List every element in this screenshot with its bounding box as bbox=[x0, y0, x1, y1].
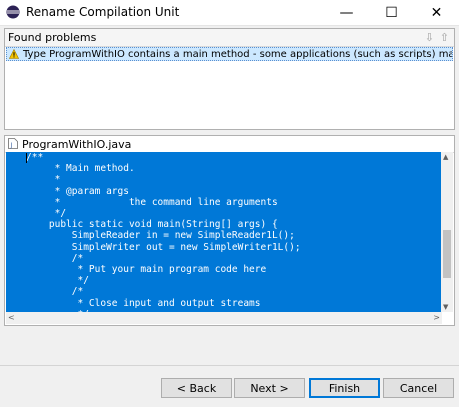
button-bar-separator bbox=[0, 365, 459, 366]
horizontal-scrollbar[interactable]: < > bbox=[6, 312, 442, 324]
scroll-right-icon[interactable]: > bbox=[433, 313, 440, 322]
cancel-button[interactable]: Cancel bbox=[383, 378, 454, 398]
code-view[interactable]: /** * Main method. * * @param args * the… bbox=[6, 152, 442, 312]
preview-editor: J ProgramWithIO.java /** * Main method. … bbox=[4, 135, 455, 326]
warning-icon bbox=[9, 49, 19, 59]
window-title: Rename Compilation Unit bbox=[26, 5, 180, 19]
maximize-button[interactable]: ☐ bbox=[369, 0, 414, 25]
back-button[interactable]: < Back bbox=[161, 378, 232, 398]
problems-title: Found problems bbox=[8, 31, 97, 44]
found-problems-panel: Found problems ⇩ ⇧ Type ProgramWithIO co… bbox=[4, 28, 455, 130]
text-caret bbox=[26, 153, 27, 163]
next-problem-icon[interactable]: ⇩ bbox=[425, 31, 434, 44]
eclipse-icon bbox=[6, 5, 20, 19]
code-text: /** * Main method. * * @param args * the… bbox=[26, 152, 301, 312]
editor-header: J ProgramWithIO.java bbox=[5, 136, 454, 153]
problem-message: Type ProgramWithIO contains a main metho… bbox=[23, 49, 452, 60]
next-button[interactable]: Next > bbox=[234, 378, 305, 398]
file-name: ProgramWithIO.java bbox=[22, 138, 132, 151]
scroll-left-icon[interactable]: < bbox=[8, 313, 15, 322]
previous-problem-icon[interactable]: ⇧ bbox=[440, 31, 449, 44]
finish-button[interactable]: Finish bbox=[309, 378, 380, 398]
scroll-up-icon[interactable]: ▲ bbox=[443, 153, 448, 161]
problem-list-item[interactable]: Type ProgramWithIO contains a main metho… bbox=[6, 47, 453, 61]
problems-header: Found problems ⇩ ⇧ bbox=[5, 29, 454, 47]
java-file-icon: J bbox=[8, 138, 18, 149]
svg-text:J: J bbox=[10, 142, 13, 149]
scroll-down-icon[interactable]: ▼ bbox=[443, 303, 448, 311]
minimize-button[interactable]: — bbox=[324, 0, 369, 25]
title-bar: Rename Compilation Unit — ☐ ✕ bbox=[0, 0, 459, 26]
vertical-scrollbar[interactable]: ▲ ▼ bbox=[441, 152, 453, 312]
close-button[interactable]: ✕ bbox=[414, 0, 459, 25]
vertical-scroll-thumb[interactable] bbox=[443, 230, 451, 278]
